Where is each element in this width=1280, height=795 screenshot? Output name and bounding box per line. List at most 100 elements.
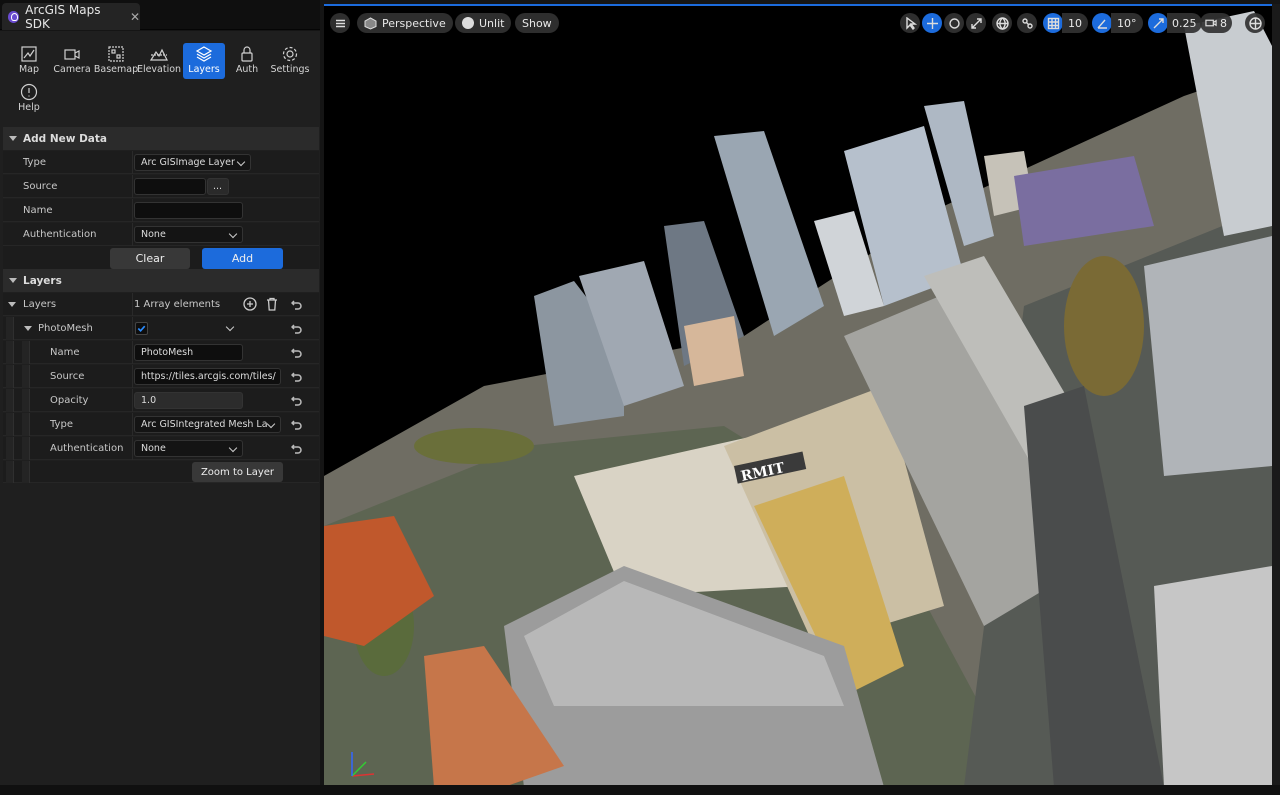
- arcgis-logo-icon: [8, 10, 20, 23]
- row-source: Source ...: [3, 175, 319, 198]
- viewport[interactable]: RMIT Perspective Unlit Show 10 10° 0.25 …: [324, 4, 1272, 785]
- trash-icon[interactable]: [265, 297, 279, 311]
- row-layer-opacity: Opacity 1.0: [3, 389, 319, 412]
- grid-snap-button[interactable]: [1043, 13, 1063, 33]
- layer-name-input[interactable]: PhotoMesh: [134, 344, 243, 361]
- section-title: Layers: [23, 274, 62, 287]
- collapse-arrow-icon[interactable]: [9, 278, 17, 283]
- source-label: Source: [23, 181, 58, 192]
- rotate-icon: [948, 17, 960, 29]
- toolbar-help-button[interactable]: Help: [8, 81, 50, 117]
- angle-snap-button[interactable]: [1092, 13, 1112, 33]
- layer-source-input[interactable]: https://tiles.arcgis.com/tiles/: [134, 368, 281, 385]
- video-camera-icon: [1205, 19, 1217, 27]
- toolbar-elevation-label: Elevation: [136, 64, 182, 75]
- row-layer-type: Type Arc GISIntegrated Mesh La: [3, 413, 319, 436]
- translate-mode-button[interactable]: [922, 13, 942, 33]
- grid-snap-value[interactable]: 10: [1062, 13, 1088, 33]
- divider: [132, 151, 133, 174]
- world-space-button[interactable]: [992, 13, 1012, 33]
- collapse-arrow-icon[interactable]: [8, 302, 16, 307]
- divider: [132, 293, 133, 316]
- map-icon: [21, 46, 37, 62]
- grid-icon: [1047, 17, 1059, 29]
- toolbar-map-button[interactable]: Map: [8, 43, 50, 79]
- scale-snap-button[interactable]: [1148, 13, 1168, 33]
- add-button[interactable]: Add: [202, 248, 283, 269]
- select-mode-button[interactable]: [900, 13, 920, 33]
- reset-icon[interactable]: [290, 443, 302, 454]
- toolbar-camera-button[interactable]: Camera: [51, 43, 93, 79]
- name-input[interactable]: [134, 202, 243, 219]
- viewport-layout-button[interactable]: [1245, 13, 1265, 33]
- row-actions: Clear Add: [3, 246, 319, 271]
- toolbar-auth-button[interactable]: Auth: [226, 43, 268, 79]
- authentication-dropdown[interactable]: None: [134, 226, 243, 243]
- elevation-icon: [150, 48, 168, 61]
- toolbar-basemap-button[interactable]: Basemap: [93, 43, 139, 79]
- source-input[interactable]: [134, 178, 206, 195]
- cursor-icon: [905, 16, 917, 30]
- show-button[interactable]: Show: [515, 13, 559, 33]
- viewport-menu-button[interactable]: [330, 13, 350, 33]
- angle-icon: [1096, 19, 1107, 29]
- indent-guide: [6, 365, 14, 388]
- layer-opacity-slider[interactable]: 1.0: [134, 392, 243, 409]
- scale-mode-button[interactable]: [966, 13, 986, 33]
- rotate-mode-button[interactable]: [944, 13, 964, 33]
- unlit-label: Unlit: [479, 16, 505, 30]
- section-add-new-data[interactable]: Add New Data: [3, 127, 319, 150]
- chevron-down-icon[interactable]: [225, 322, 235, 332]
- chevron-down-icon: [228, 229, 238, 239]
- perspective-label: Perspective: [382, 16, 446, 30]
- camera-icon: [64, 49, 80, 60]
- reset-icon[interactable]: [290, 347, 302, 358]
- browse-button[interactable]: ...: [207, 178, 229, 195]
- divider: [132, 413, 133, 436]
- type-dropdown[interactable]: Arc GISImage Layer: [134, 154, 251, 171]
- collapse-arrow-icon[interactable]: [24, 326, 32, 331]
- toolbar-basemap-label: Basemap: [93, 64, 139, 75]
- globe-icon: [995, 16, 1009, 30]
- close-icon[interactable]: ✕: [130, 10, 140, 24]
- help-icon: [20, 83, 38, 101]
- row-layer-authentication: Authentication None: [3, 437, 319, 460]
- city-mesh-scene: RMIT: [324, 11, 1272, 785]
- indent-guide: [6, 413, 14, 436]
- toolbar-elevation-button[interactable]: Elevation: [136, 43, 182, 79]
- reset-icon[interactable]: [290, 371, 302, 382]
- layer-authentication-dropdown[interactable]: None: [134, 440, 243, 457]
- divider: [132, 389, 133, 412]
- add-element-icon[interactable]: [243, 297, 257, 311]
- zoom-to-layer-button[interactable]: Zoom to Layer: [192, 462, 283, 482]
- scale-snap-value[interactable]: 0.25: [1167, 13, 1202, 33]
- indent-guide: [22, 437, 30, 460]
- toolbar-layers-button[interactable]: Layers: [183, 43, 225, 79]
- toolbar-settings-button[interactable]: Settings: [269, 43, 311, 79]
- surface-snap-button[interactable]: [1017, 13, 1037, 33]
- unlit-button[interactable]: Unlit: [455, 13, 512, 33]
- divider: [132, 317, 133, 340]
- tab-title: ArcGIS Maps SDK: [25, 2, 101, 31]
- visibility-checkbox[interactable]: [135, 322, 148, 335]
- authentication-value: None: [141, 229, 166, 240]
- camera-speed-button[interactable]: 8: [1200, 13, 1232, 33]
- indent-guide: [6, 389, 14, 412]
- toolbar-settings-label: Settings: [270, 64, 310, 75]
- reset-icon[interactable]: [290, 299, 302, 310]
- collapse-arrow-icon[interactable]: [9, 136, 17, 141]
- tab-arcgis-maps-sdk[interactable]: ArcGIS Maps SDK ✕: [2, 2, 140, 31]
- reset-icon[interactable]: [290, 395, 302, 406]
- row-zoom: Zoom to Layer: [3, 461, 319, 483]
- lock-icon: [241, 46, 253, 62]
- angle-snap-value[interactable]: 10°: [1111, 13, 1143, 33]
- clear-button[interactable]: Clear: [110, 248, 190, 269]
- reset-icon[interactable]: [290, 419, 302, 430]
- section-layers[interactable]: Layers: [3, 269, 319, 292]
- perspective-button[interactable]: Perspective: [357, 13, 453, 33]
- type-value: Arc GISImage Layer: [141, 157, 235, 168]
- layer-authentication-label: Authentication: [50, 443, 124, 454]
- layout-icon: [1248, 16, 1262, 30]
- reset-icon[interactable]: [290, 323, 302, 334]
- layer-type-dropdown[interactable]: Arc GISIntegrated Mesh La: [134, 416, 281, 433]
